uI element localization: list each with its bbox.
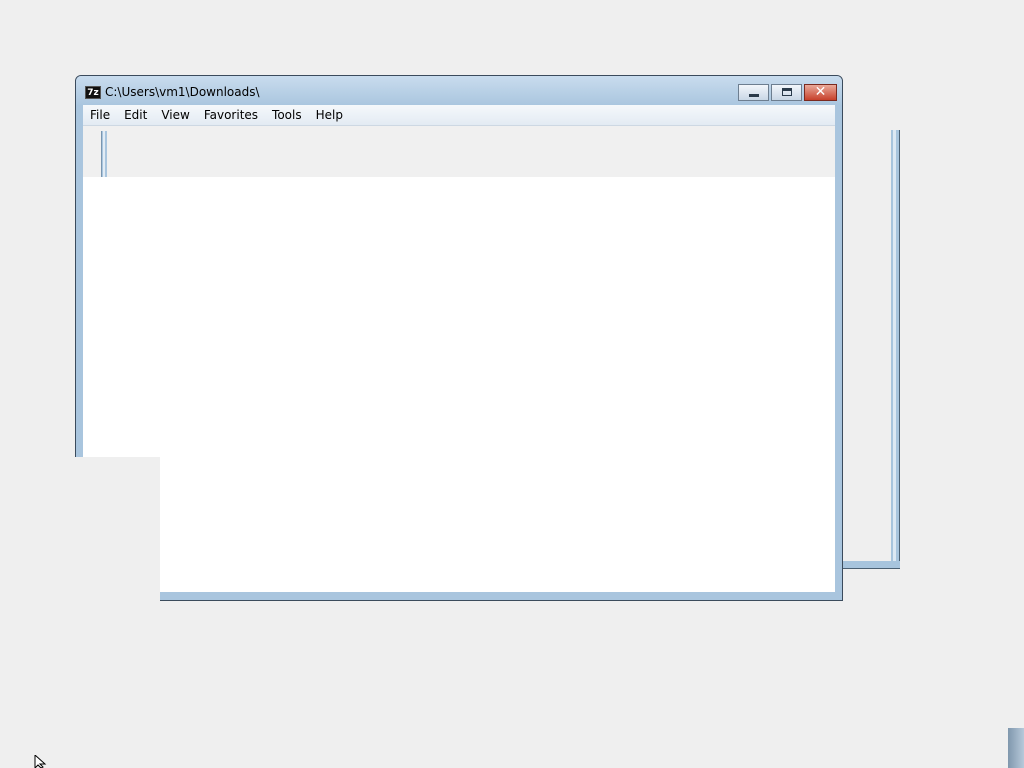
toolbar-band-separator [101, 131, 107, 177]
mouse-cursor-icon [34, 755, 47, 768]
menu-view[interactable]: View [154, 105, 196, 125]
taskbar-edge[interactable] [1008, 728, 1024, 768]
menu-tools[interactable]: Tools [265, 105, 309, 125]
window-title: C:\Users\vm1\Downloads\ [105, 85, 260, 99]
close-icon: ✕ [814, 84, 827, 100]
ghost-frame-right-edge [891, 130, 900, 569]
desktop-redraw-patch [75, 457, 160, 601]
7zip-app-icon[interactable]: 7z [85, 86, 101, 99]
window-controls: ✕ [738, 84, 837, 102]
menu-file[interactable]: File [83, 105, 117, 125]
close-button[interactable]: ✕ [804, 84, 837, 101]
desktop: 7z C:\Users\vm1\Downloads\ ✕ File Edit V… [0, 0, 1024, 768]
menu-bar: File Edit View Favorites Tools Help [83, 105, 835, 126]
maximize-button[interactable] [771, 84, 802, 101]
minimize-button[interactable] [738, 84, 769, 101]
file-manager-window: 7z C:\Users\vm1\Downloads\ ✕ File Edit V… [75, 75, 843, 601]
toolbar-area [83, 126, 835, 177]
maximize-icon [782, 88, 792, 96]
ghost-frame-bottom-edge [835, 561, 900, 569]
title-bar[interactable]: 7z C:\Users\vm1\Downloads\ ✕ [76, 76, 842, 105]
menu-edit[interactable]: Edit [117, 105, 154, 125]
menu-help[interactable]: Help [309, 105, 350, 125]
menu-favorites[interactable]: Favorites [197, 105, 265, 125]
file-list-pane[interactable] [83, 177, 835, 592]
minimize-icon [749, 94, 759, 97]
window-client-area [83, 126, 835, 592]
ghost-window-frame [835, 130, 900, 569]
